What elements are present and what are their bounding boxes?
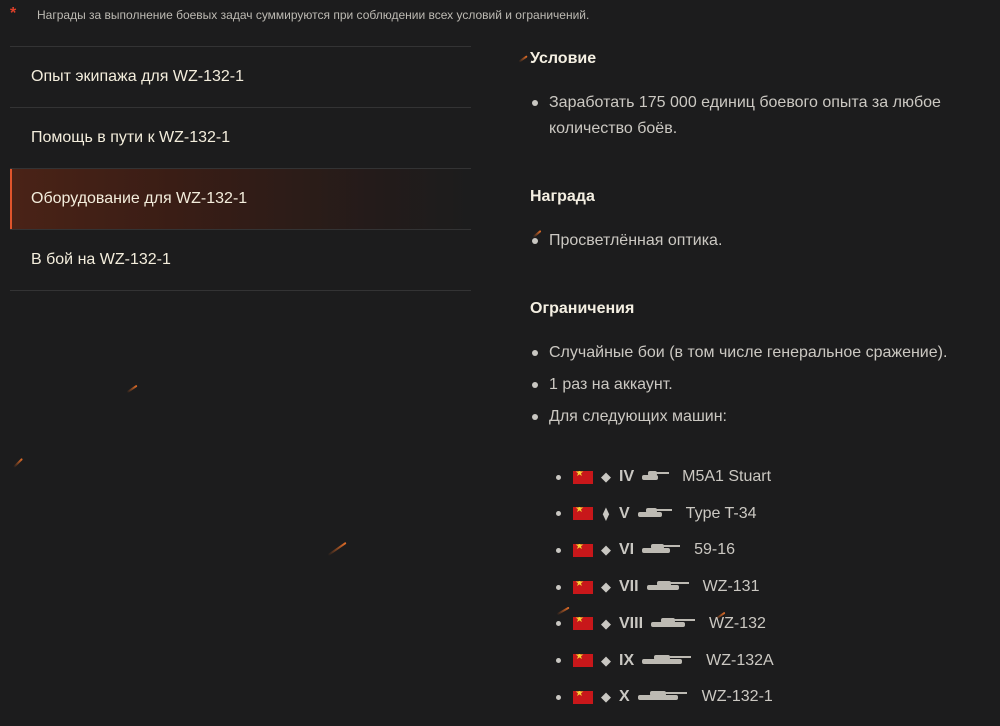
- vehicle-tier: IV: [619, 468, 635, 485]
- china-flag-icon: [573, 507, 593, 521]
- vehicle-name: Type T-34: [685, 504, 757, 522]
- mission-menu: Опыт экипажа для WZ-132-1 Помощь в пути …: [10, 46, 471, 291]
- china-flag-icon: [573, 690, 593, 704]
- light-tank-icon: ◆: [601, 579, 611, 595]
- bullet-icon: [556, 621, 561, 627]
- bullet-icon: [556, 474, 561, 480]
- china-flag-icon: [573, 543, 593, 557]
- light-tank-icon: ◆: [601, 542, 611, 558]
- menu-item-road-help[interactable]: Помощь в пути к WZ-132-1: [10, 108, 471, 169]
- ember-spark: [13, 458, 23, 468]
- bullet-icon: [532, 382, 538, 388]
- vehicle-tier: X: [619, 688, 630, 706]
- reward-item: Просветлённая оптика.: [530, 228, 990, 254]
- vehicle-tier: IX: [619, 651, 635, 669]
- china-flag-icon: [573, 654, 593, 667]
- reward-heading: Награда: [530, 188, 595, 205]
- condition-item: Заработать 175 000 единиц боевого опыта …: [530, 90, 990, 142]
- vehicle-item: ◆ VII WZ-131: [556, 574, 759, 600]
- china-flag-icon: [573, 470, 593, 484]
- bullet-icon: [556, 547, 561, 553]
- vehicle-name: 59-16: [694, 541, 736, 559]
- light-tank-icon: ◆: [601, 469, 611, 484]
- vehicle-name: WZ-132A: [706, 651, 774, 669]
- ember-spark: [126, 384, 138, 394]
- light-tank-icon: ◆: [601, 689, 611, 705]
- bullet-icon: [556, 658, 561, 663]
- tank-silhouette-icon: [636, 505, 674, 523]
- vehicle-item: ◆ VI 59-16: [556, 537, 735, 563]
- menu-item-to-battle[interactable]: В бой на WZ-132-1: [10, 230, 471, 291]
- rewards-note-text: Награды за выполнение боевых задач сумми…: [37, 8, 590, 22]
- tank-silhouette-icon: [640, 541, 682, 559]
- limits-heading: Ограничения: [530, 300, 635, 317]
- limits-item: Случайные бои (в том числе генеральное с…: [530, 340, 990, 366]
- vehicle-name: WZ-132-1: [701, 688, 773, 706]
- medium-tank-icon: ⧫: [602, 505, 610, 521]
- tank-silhouette-icon: [640, 468, 670, 486]
- china-flag-icon: [573, 617, 593, 631]
- limits-item: 1 раз на аккаунт.: [530, 372, 990, 398]
- vehicle-item: ◆ X WZ-132-1: [556, 684, 773, 710]
- bullet-icon: [532, 238, 538, 244]
- limits-item: Для следующих машин:: [530, 404, 990, 430]
- required-star-icon: *: [10, 5, 17, 22]
- vehicle-item: ◆ IV M5A1 Stuart: [556, 464, 771, 490]
- vehicle-item: ◆ VIII WZ-132: [556, 611, 766, 637]
- vehicle-tier: VI: [619, 541, 635, 559]
- vehicle-name: M5A1 Stuart: [682, 468, 772, 485]
- menu-item-equipment[interactable]: Оборудование для WZ-132-1: [10, 169, 471, 230]
- bullet-icon: [556, 511, 561, 517]
- vehicle-name: WZ-132: [709, 614, 766, 632]
- tank-silhouette-icon: [649, 615, 697, 633]
- vehicle-tier: V: [619, 504, 630, 522]
- vehicle-tier: VII: [619, 578, 639, 596]
- vehicle-item: ◆ IX WZ-132A: [556, 648, 774, 674]
- tank-silhouette-icon: [645, 578, 691, 596]
- vehicle-item: ⧫ V Type T-34: [556, 501, 757, 527]
- bullet-icon: [532, 100, 538, 106]
- bullet-icon: [556, 694, 561, 700]
- menu-item-crew-experience[interactable]: Опыт экипажа для WZ-132-1: [10, 47, 471, 108]
- china-flag-icon: [573, 580, 593, 594]
- bullet-icon: [556, 584, 561, 590]
- bullet-icon: [532, 350, 538, 356]
- tank-silhouette-icon: [636, 688, 690, 706]
- light-tank-icon: ◆: [601, 652, 611, 668]
- bullet-icon: [532, 414, 538, 420]
- condition-heading: Условие: [530, 50, 597, 67]
- vehicle-name: WZ-131: [702, 578, 760, 596]
- ember-spark: [327, 541, 347, 557]
- ember-spark: [518, 55, 528, 63]
- light-tank-icon: ◆: [601, 615, 611, 631]
- vehicle-tier: VIII: [619, 614, 644, 632]
- tank-silhouette-icon: [640, 652, 694, 670]
